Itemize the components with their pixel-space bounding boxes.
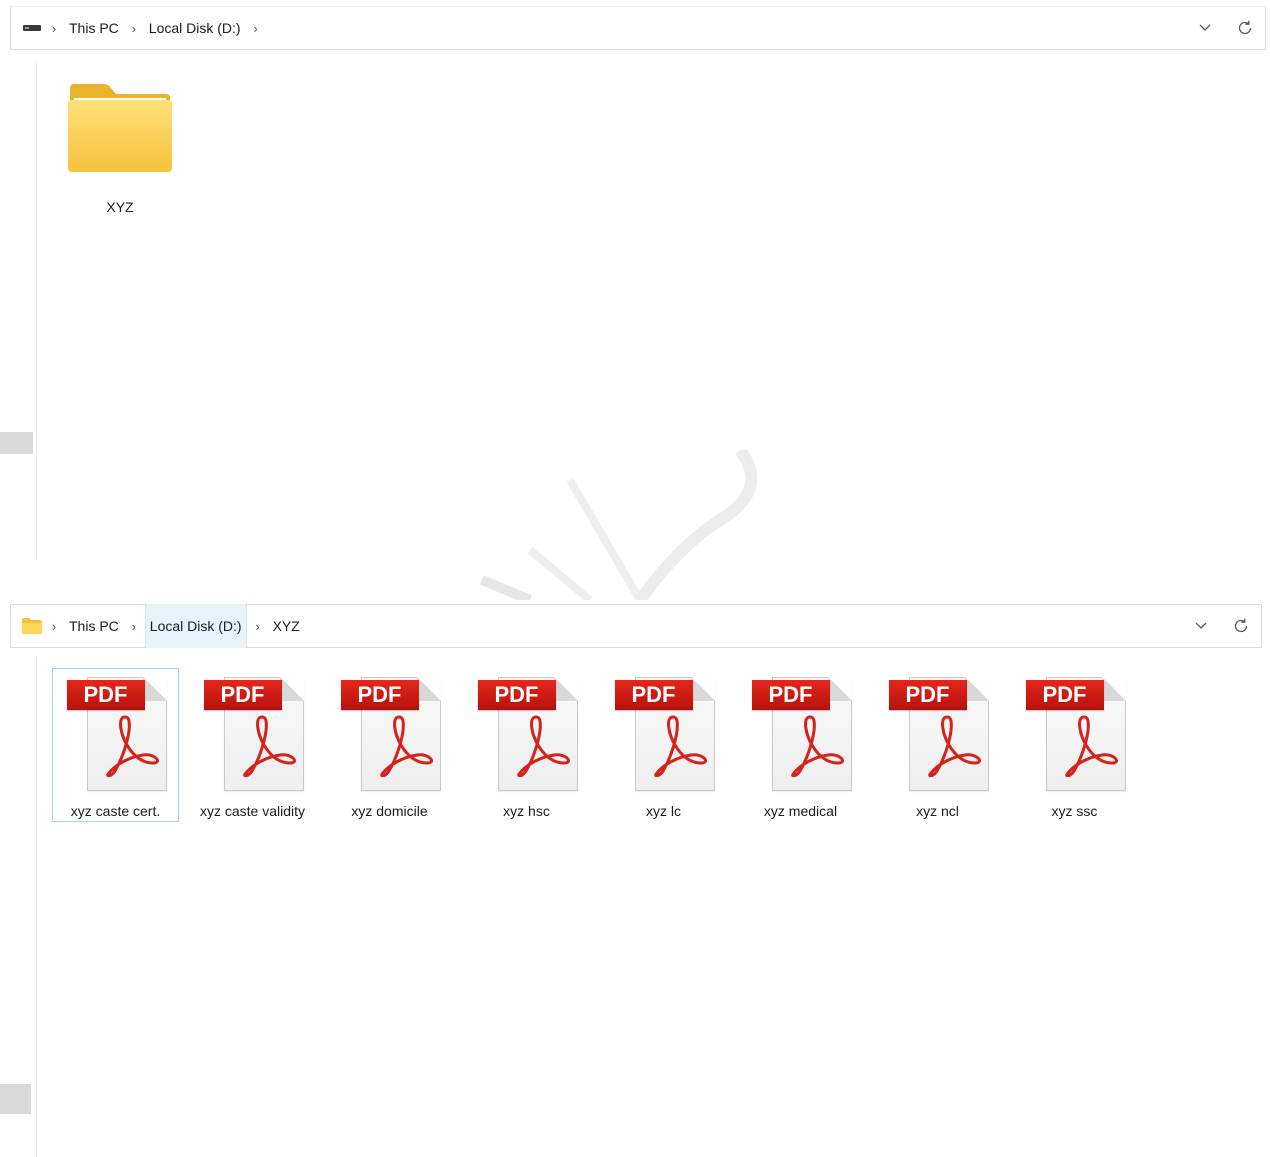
file-label: xyz caste cert.: [70, 803, 161, 819]
pdf-file-item[interactable]: PDF xyz caste validity: [189, 668, 316, 822]
chevron-down-icon[interactable]: [1181, 606, 1221, 646]
pdf-badge: PDF: [751, 680, 830, 710]
folder-icon: [66, 84, 174, 181]
acrobat-logo-icon: [105, 715, 159, 777]
file-label: xyz ssc: [1051, 803, 1098, 819]
pdf-badge: PDF: [340, 680, 419, 710]
breadcrumb-this-pc[interactable]: This PC: [65, 604, 123, 648]
file-label: xyz domicile: [351, 803, 428, 819]
pdf-file-icon: PDF: [472, 673, 582, 797]
acrobat-logo-icon: [242, 715, 296, 777]
file-label: xyz lc: [646, 803, 681, 819]
acrobat-logo-icon: [379, 715, 433, 777]
pdf-badge: PDF: [614, 680, 693, 710]
chevron-down-icon[interactable]: [1185, 8, 1225, 48]
pdf-badge: PDF: [66, 680, 145, 710]
folder-icon: [21, 615, 43, 637]
acrobat-logo-icon: [1064, 715, 1118, 777]
explorer-window-bottom: › This PC › Local Disk (D:) › XYZ PDF xy…: [0, 596, 1270, 1157]
pdf-file-item[interactable]: PDF xyz hsc: [463, 668, 590, 822]
file-label: xyz hsc: [503, 803, 550, 819]
breadcrumb-xyz[interactable]: XYZ: [269, 604, 304, 648]
pdf-file-item[interactable]: PDF xyz medical: [737, 668, 864, 822]
pdf-file-icon: PDF: [1020, 673, 1130, 797]
pdf-file-item[interactable]: PDF xyz ncl: [874, 668, 1001, 822]
refresh-icon[interactable]: [1225, 8, 1265, 48]
pdf-file-item[interactable]: PDF xyz caste cert.: [52, 668, 179, 822]
navigation-pane[interactable]: [0, 62, 37, 560]
pdf-file-icon: PDF: [335, 673, 445, 797]
pdf-file-icon: PDF: [609, 673, 719, 797]
file-list: PDF xyz caste cert. PDF xyz caste validi…: [52, 668, 1148, 822]
pdf-file-item[interactable]: PDF xyz ssc: [1011, 668, 1138, 822]
pdf-badge: PDF: [203, 680, 282, 710]
file-label: xyz caste validity: [199, 803, 306, 819]
chevron-right-icon[interactable]: ›: [127, 21, 141, 36]
nav-scroll-thumb[interactable]: [0, 432, 33, 454]
address-bar[interactable]: › This PC › Local Disk (D:) ›: [10, 6, 1266, 50]
chevron-right-icon[interactable]: ›: [251, 619, 265, 634]
pdf-badge: PDF: [1025, 680, 1104, 710]
refresh-icon[interactable]: [1221, 606, 1261, 646]
chevron-right-icon: ›: [51, 20, 57, 36]
drive-icon: [21, 17, 43, 39]
file-label: xyz ncl: [916, 803, 959, 819]
file-label: xyz medical: [763, 803, 838, 819]
pdf-badge: PDF: [888, 680, 967, 710]
acrobat-logo-icon: [516, 715, 570, 777]
folder-label: XYZ: [106, 199, 134, 215]
breadcrumb-local-disk[interactable]: Local Disk (D:): [145, 6, 245, 50]
acrobat-logo-icon: [653, 715, 707, 777]
pdf-file-icon: PDF: [746, 673, 856, 797]
navigation-pane[interactable]: [0, 656, 37, 1157]
address-bar[interactable]: › This PC › Local Disk (D:) › XYZ: [10, 604, 1262, 648]
pdf-file-icon: PDF: [61, 673, 171, 797]
explorer-window-top: › This PC › Local Disk (D:) › XYZ: [0, 0, 1270, 560]
pdf-file-icon: PDF: [883, 673, 993, 797]
pdf-badge: PDF: [477, 680, 556, 710]
acrobat-logo-icon: [790, 715, 844, 777]
folder-item-xyz[interactable]: XYZ: [62, 84, 178, 234]
pdf-file-icon: PDF: [198, 673, 308, 797]
chevron-right-icon[interactable]: ›: [127, 619, 141, 634]
acrobat-logo-icon: [927, 715, 981, 777]
breadcrumb-local-disk[interactable]: Local Disk (D:): [144, 604, 247, 648]
chevron-right-icon[interactable]: ›: [249, 21, 263, 36]
breadcrumb-this-pc[interactable]: This PC: [65, 6, 123, 50]
pdf-file-item[interactable]: PDF xyz lc: [600, 668, 727, 822]
nav-scroll-thumb[interactable]: [0, 1084, 31, 1114]
pdf-file-item[interactable]: PDF xyz domicile: [326, 668, 453, 822]
chevron-right-icon: ›: [51, 618, 57, 634]
